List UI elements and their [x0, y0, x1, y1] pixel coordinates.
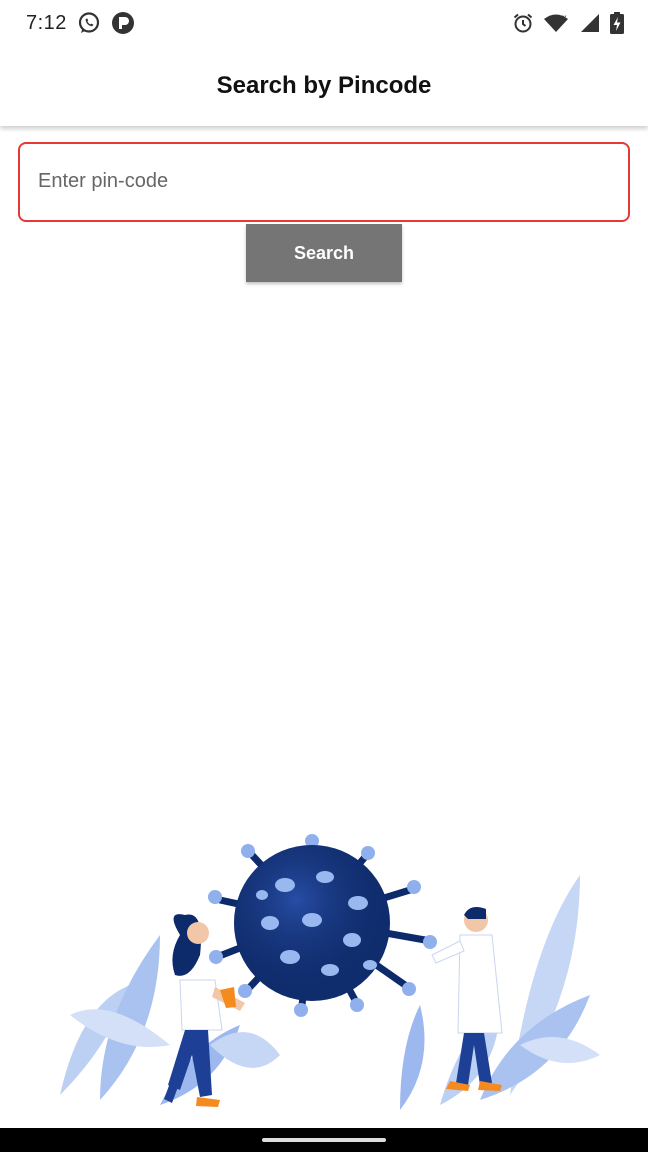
doctor-figure — [431, 907, 503, 1091]
pin-code-field[interactable] — [18, 142, 630, 222]
system-nav-bar — [0, 1128, 648, 1152]
leaf-icon — [400, 875, 600, 1110]
pin-code-input[interactable] — [38, 144, 608, 219]
signal-icon — [578, 13, 600, 33]
home-indicator[interactable] — [262, 1138, 386, 1142]
woman-figure — [164, 914, 245, 1107]
status-time: 7:12 — [26, 11, 67, 34]
status-bar: 7:12 x — [0, 0, 648, 46]
whatsapp-icon — [77, 11, 101, 35]
status-left: 7:12 — [26, 11, 135, 35]
alarm-icon — [512, 12, 534, 34]
notification-app-icon — [111, 11, 135, 35]
app-bar: Search by Pincode — [0, 46, 648, 126]
search-button[interactable]: Search — [246, 224, 402, 282]
virus-with-doctors-illustration — [40, 815, 610, 1115]
status-right: x — [512, 12, 624, 34]
svg-text:x: x — [562, 13, 567, 22]
page-title: Search by Pincode — [216, 72, 432, 99]
battery-charging-icon — [610, 12, 624, 34]
wifi-icon: x — [544, 13, 568, 33]
